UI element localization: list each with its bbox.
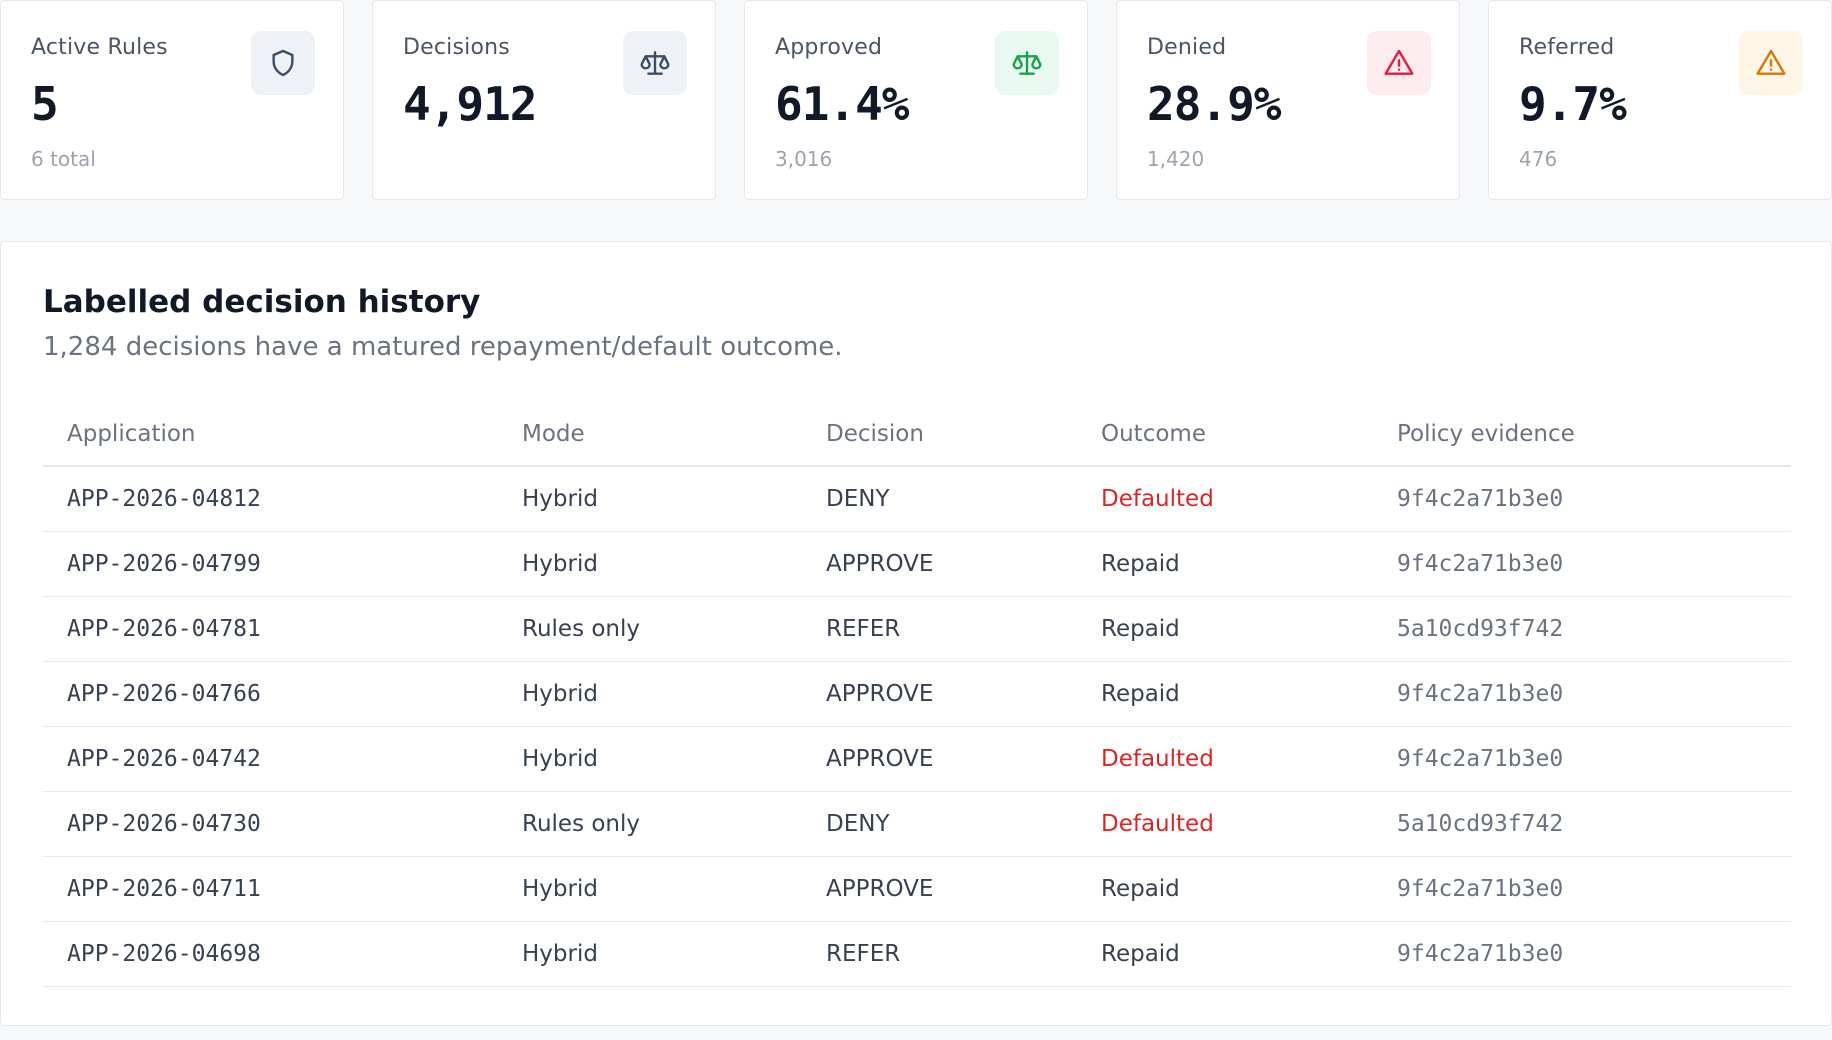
stat-label: Approved [775,35,883,60]
outcome-cell: Repaid [1077,531,1373,597]
decision-cell: APPROVE [802,856,1077,922]
scale-icon [623,31,687,95]
stat-value: 61.4% [775,77,909,131]
mode-cell: Hybrid [498,531,802,597]
column-header-policy-evidence[interactable]: Policy evidence [1373,402,1791,467]
decision-cell: REFER [802,596,1077,662]
column-header-outcome[interactable]: Outcome [1077,402,1373,467]
application-id-cell: APP-2026-04711 [43,856,498,922]
application-id-cell: APP-2026-04812 [43,466,498,532]
outcome-cell: Repaid [1077,856,1373,922]
mode-cell: Hybrid [498,921,802,987]
mode-cell: Hybrid [498,466,802,532]
outcome-cell: Repaid [1077,661,1373,727]
application-id-cell: APP-2026-04766 [43,661,498,727]
stat-label: Referred [1519,35,1615,60]
stat-label: Denied [1147,35,1227,60]
policy-evidence-cell: 5a10cd93f742 [1373,596,1791,662]
outcome-cell: Repaid [1077,596,1373,662]
stat-sub: 1,420 [1147,147,1205,171]
panel-subtitle: 1,284 decisions have a matured repayment… [43,332,843,362]
policy-evidence-cell: 9f4c2a71b3e0 [1373,531,1791,597]
panel-title: Labelled decision history [43,284,481,320]
policy-evidence-cell: 9f4c2a71b3e0 [1373,726,1791,792]
stat-card-denied: Denied 28.9% 1,420 [1116,0,1460,200]
stat-card-decisions: Decisions 4,912 [372,0,716,200]
table-row[interactable]: APP-2026-04799 Hybrid APPROVE Repaid 9f4c2a7… [43,531,1791,597]
column-header-decision[interactable]: Decision [802,402,1077,467]
application-id-cell: APP-2026-04730 [43,791,498,857]
decision-cell: REFER [802,921,1077,987]
stat-value: 5 [31,77,59,131]
policy-evidence-cell: 9f4c2a71b3e0 [1373,921,1791,987]
stats-row: Active Rules 5 6 total Decisions 4,912 A… [0,0,1832,200]
application-id-cell: APP-2026-04781 [43,596,498,662]
policy-evidence-cell: 9f4c2a71b3e0 [1373,856,1791,922]
outcome-cell: Defaulted [1077,791,1373,857]
outcome-cell: Defaulted [1077,466,1373,532]
policy-evidence-cell: 9f4c2a71b3e0 [1373,466,1791,532]
decision-cell: APPROVE [802,531,1077,597]
decision-history-panel: Labelled decision history 1,284 decision… [0,241,1832,1026]
stat-sub: 3,016 [775,147,833,171]
stat-label: Decisions [403,35,510,60]
column-header-mode[interactable]: Mode [498,402,802,467]
policy-evidence-cell: 5a10cd93f742 [1373,791,1791,857]
mode-cell: Rules only [498,596,802,662]
decision-cell: APPROVE [802,661,1077,727]
mode-cell: Rules only [498,791,802,857]
policy-evidence-cell: 9f4c2a71b3e0 [1373,661,1791,727]
stat-card-approved: Approved 61.4% 3,016 [744,0,1088,200]
mode-cell: Hybrid [498,661,802,727]
table-row[interactable]: APP-2026-04730 Rules only DENY Defaulted 5a1… [43,791,1791,857]
decision-cell: DENY [802,466,1077,532]
table-row[interactable]: APP-2026-04781 Rules only REFER Repaid 5a10c… [43,596,1791,662]
stat-sub: 476 [1519,147,1558,171]
alert-triangle-icon [1739,31,1803,95]
stat-card-referred: Referred 9.7% 476 [1488,0,1832,200]
table-row[interactable]: APP-2026-04766 Hybrid APPROVE Repaid 9f4c2a7… [43,661,1791,727]
decision-cell: DENY [802,791,1077,857]
column-header-application[interactable]: Application [43,402,498,467]
mode-cell: Hybrid [498,726,802,792]
table-row[interactable]: APP-2026-04698 Hybrid REFER Repaid 9f4c2a71b… [43,921,1791,987]
stat-value: 28.9% [1147,77,1281,131]
mode-cell: Hybrid [498,856,802,922]
decision-history-table: Application Mode Decision Outcome Policy… [43,402,1791,987]
stat-label: Active Rules [31,35,168,60]
table-row[interactable]: APP-2026-04812 Hybrid DENY Defaulted 9f4c2a7… [43,466,1791,532]
table-row[interactable]: APP-2026-04711 Hybrid APPROVE Repaid 9f4c2a7… [43,856,1791,922]
application-id-cell: APP-2026-04799 [43,531,498,597]
table-row[interactable]: APP-2026-04742 Hybrid APPROVE Defaulted 9f4c… [43,726,1791,792]
table-header-row: Application Mode Decision Outcome Policy… [43,402,1791,467]
scale-icon [995,31,1059,95]
outcome-cell: Repaid [1077,921,1373,987]
decision-cell: APPROVE [802,726,1077,792]
stat-card-active-rules: Active Rules 5 6 total [0,0,344,200]
stat-value: 9.7% [1519,77,1627,131]
application-id-cell: APP-2026-04742 [43,726,498,792]
outcome-cell: Defaulted [1077,726,1373,792]
alert-triangle-icon [1367,31,1431,95]
application-id-cell: APP-2026-04698 [43,921,498,987]
stat-sub: 6 total [31,147,96,171]
stat-value: 4,912 [403,77,537,131]
shield-icon [251,31,315,95]
